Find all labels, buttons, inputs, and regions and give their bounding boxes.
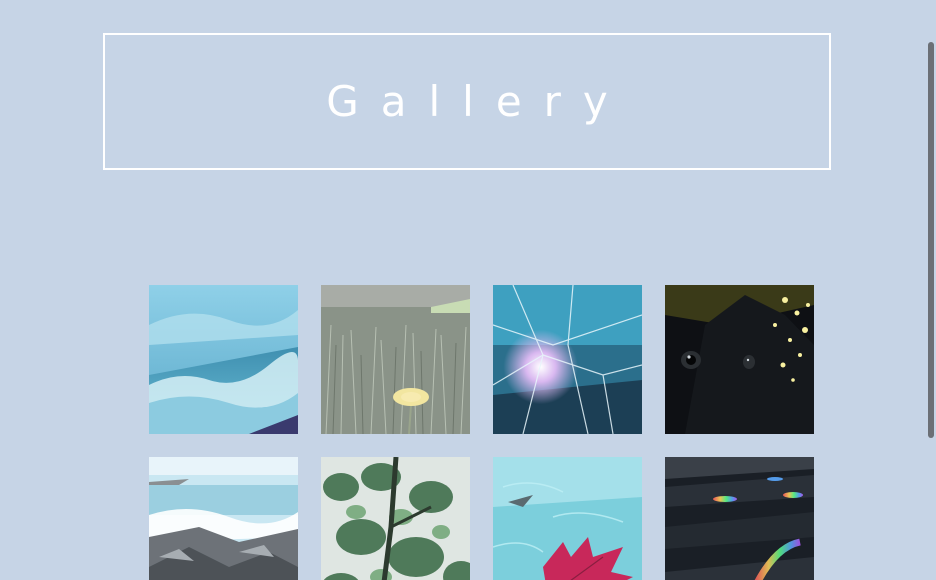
green-leaves-image [321,457,470,580]
wet-bench-rainbow-image [665,457,814,580]
gallery-photo-cracked-ice[interactable] [493,285,642,434]
page-title: Gallery [326,77,630,126]
dandelion-grass-image [321,285,470,434]
gallery-photo-green-leaves[interactable] [321,457,470,580]
scrollbar-thumb[interactable] [928,42,934,438]
red-leaf-water-image [493,457,642,580]
gallery-photo-ocean-waves[interactable] [149,285,298,434]
gallery-photo-dandelion[interactable] [321,285,470,434]
ocean-waves-image [149,285,298,434]
gallery-photo-rocky-shore[interactable] [149,457,298,580]
scrollbar[interactable] [926,0,936,580]
page-title-frame: Gallery [103,33,831,170]
gallery-photo-wet-bench[interactable] [665,457,814,580]
gallery-photo-red-leaf[interactable] [493,457,642,580]
black-cat-image [665,285,814,434]
rocky-shore-image [149,457,298,580]
gallery-photo-black-cat[interactable] [665,285,814,434]
gallery-grid [149,285,814,580]
cracked-ice-image [493,285,642,434]
